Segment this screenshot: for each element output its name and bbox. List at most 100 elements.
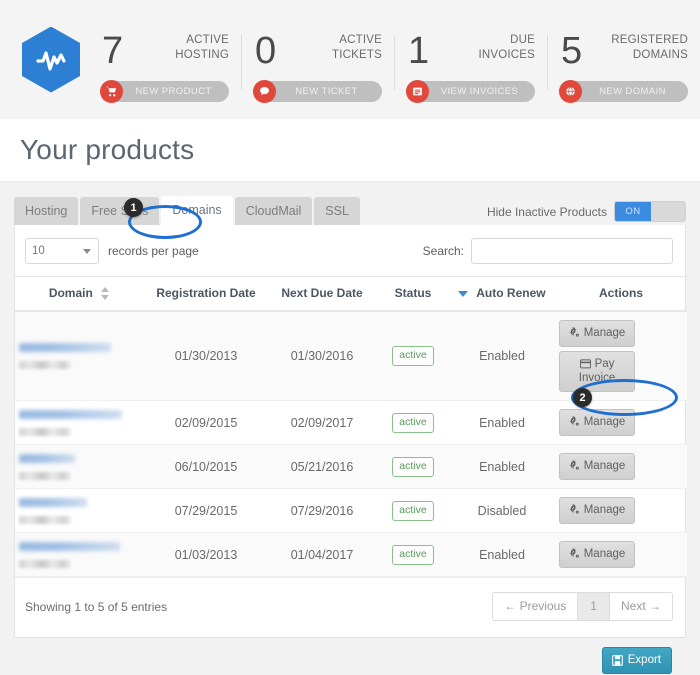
cell-auto-renew: Disabled [449, 488, 555, 534]
domain-name-link[interactable] [19, 409, 122, 419]
domain-name-link[interactable] [19, 343, 111, 353]
tab-free-sites[interactable]: Free Sites [80, 197, 160, 225]
cell-next-due-date: 01/04/2017 [267, 532, 377, 578]
status-badge: active [392, 500, 434, 521]
column-header-domain[interactable]: Domain [15, 276, 145, 313]
cell-domain[interactable] [15, 311, 145, 402]
products-panel: 10 records per page Search: Domain Regis… [14, 225, 687, 639]
new-ticket-button[interactable]: NEW TICKET [253, 80, 382, 103]
manage-button[interactable]: Manage [559, 541, 635, 569]
records-per-page-select[interactable]: 10 [25, 238, 99, 264]
save-disk-icon [611, 655, 623, 666]
manage-button[interactable]: Manage [559, 497, 635, 525]
cell-next-due-date: 01/30/2016 [267, 311, 377, 402]
manage-button-label: Manage [583, 460, 626, 473]
credit-card-icon [579, 359, 591, 369]
chevron-down-icon [83, 249, 91, 254]
tab-ssl[interactable]: SSL [314, 197, 360, 225]
hexagon-pulse-logo-icon [22, 26, 80, 93]
stat-label-line1: ACTIVE [186, 34, 229, 46]
domain-name-link[interactable] [19, 541, 120, 551]
cell-registration-date: 01/30/2013 [145, 311, 267, 402]
pagination: ← Previous 1 Next → [492, 592, 673, 622]
pagination-next[interactable]: Next → [609, 593, 672, 621]
domain-name-link[interactable] [19, 453, 75, 463]
cell-actions: Manage [555, 488, 687, 534]
cell-status: active [377, 532, 449, 578]
pay-invoice-button[interactable]: Pay Invoice [559, 351, 635, 393]
column-header-registration-date[interactable]: Registration Date [145, 276, 267, 313]
cell-auto-renew: Enabled [449, 532, 555, 578]
stat-number: 7 [102, 30, 124, 72]
cell-auto-renew: Enabled [449, 444, 555, 490]
stat-label-line2: TICKETS [332, 49, 382, 61]
stat-label: DUE INVOICES [478, 31, 535, 63]
column-header-domain-label: Domain [48, 286, 93, 300]
stat-label-line2: INVOICES [478, 49, 535, 61]
column-header-actions: Actions [555, 276, 687, 313]
table-row: 02/09/2015 02/09/2017 active Enabled Man… [15, 400, 687, 446]
table-header-row: Domain Registration Date Next Due Date S… [15, 276, 687, 313]
domain-action-icons[interactable] [19, 471, 71, 480]
domain-action-icons[interactable] [19, 515, 71, 524]
cell-auto-renew: Enabled [449, 400, 555, 446]
hide-inactive-products-control: Hide Inactive Products ON [487, 201, 686, 225]
stat-due-invoices: 1 DUE INVOICES VIEW INVOICES [394, 30, 547, 103]
column-header-auto-renew[interactable]: Auto Renew [449, 276, 555, 313]
stat-label-line1: ACTIVE [339, 34, 382, 46]
table-row: 07/29/2015 07/29/2016 active Disabled Ma… [15, 488, 687, 534]
sort-descending-icon[interactable] [458, 290, 469, 297]
stat-registered-domains: 5 REGISTERED DOMAINS NEW DOMAIN [547, 31, 700, 103]
cell-domain[interactable] [15, 400, 145, 446]
domain-action-icons[interactable] [19, 427, 71, 436]
column-header-next-due-date[interactable]: Next Due Date [267, 276, 377, 313]
table-row: 01/03/2013 01/04/2017 active Enabled Man… [15, 532, 687, 578]
table-row: 06/10/2015 05/21/2016 active Enabled Man… [15, 444, 687, 490]
records-per-page-label: records per page [108, 244, 199, 258]
new-domain-button[interactable]: NEW DOMAIN [559, 80, 688, 103]
manage-button[interactable]: Manage [559, 320, 635, 348]
cell-actions: Manage [555, 400, 687, 446]
pagination-page-1[interactable]: 1 [578, 593, 610, 621]
hide-inactive-products-toggle[interactable]: ON [614, 201, 686, 222]
cell-actions: Manage [555, 444, 687, 490]
table-row: 01/30/2013 01/30/2016 active Enabled Man… [15, 311, 687, 402]
stat-active-tickets: 0 ACTIVE TICKETS NEW TICKET [241, 30, 394, 103]
manage-button-label: Manage [583, 416, 626, 429]
cell-domain[interactable] [15, 532, 145, 578]
manage-button[interactable]: Manage [559, 453, 635, 481]
cell-next-due-date: 02/09/2017 [267, 400, 377, 446]
column-header-status[interactable]: Status [377, 276, 449, 313]
chat-bubble-icon [253, 80, 276, 103]
status-badge: active [392, 456, 434, 477]
cart-icon [100, 80, 123, 103]
manage-button[interactable]: Manage [559, 409, 635, 437]
export-button[interactable]: Export [601, 647, 672, 675]
manage-button-label: Manage [583, 548, 626, 561]
view-invoices-button[interactable]: VIEW INVOICES [406, 80, 535, 103]
tab-hosting[interactable]: Hosting [14, 197, 79, 225]
sort-both-icon[interactable] [101, 287, 110, 301]
domain-action-icons[interactable] [19, 361, 71, 370]
domain-name-link[interactable] [19, 497, 87, 507]
cell-actions: Manage [555, 532, 687, 578]
domain-action-icons[interactable] [19, 559, 71, 568]
tab-cloudmail[interactable]: CloudMail [234, 197, 313, 225]
cell-domain[interactable] [15, 444, 145, 490]
cell-registration-date: 06/10/2015 [145, 444, 267, 490]
brand-logo[interactable] [14, 26, 88, 93]
pagination-previous[interactable]: ← Previous [493, 593, 579, 621]
stat-number: 1 [408, 30, 430, 72]
gear-icon [569, 326, 579, 337]
stat-label-line2: HOSTING [175, 49, 229, 61]
cell-next-due-date: 05/21/2016 [267, 444, 377, 490]
gear-icon [569, 547, 579, 558]
stat-label-line1: DUE [510, 34, 535, 46]
stat-number: 0 [255, 30, 277, 72]
search-input[interactable] [471, 238, 673, 264]
cell-domain[interactable] [15, 488, 145, 534]
toggle-state-label: ON [615, 202, 651, 221]
new-product-button[interactable]: NEW PRODUCT [100, 80, 229, 103]
cell-status: active [377, 311, 449, 402]
tab-domains[interactable]: Domains [161, 196, 233, 225]
